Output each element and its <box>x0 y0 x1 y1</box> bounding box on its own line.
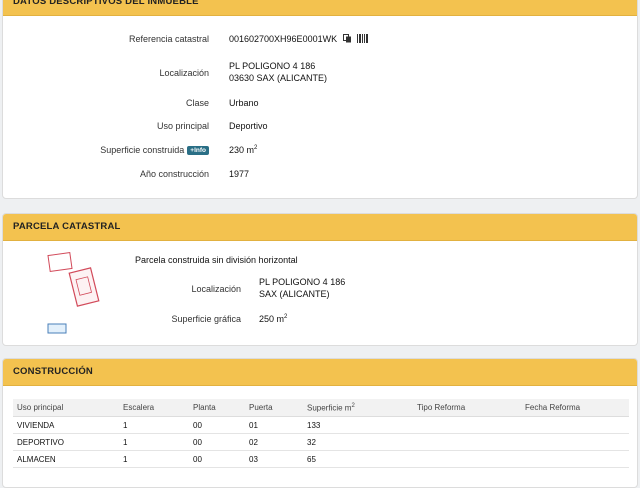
anio-label: Año construcción <box>139 169 209 179</box>
clase-value: Urbano <box>229 98 259 108</box>
cell: 133 <box>303 416 413 434</box>
cell: 32 <box>303 433 413 451</box>
col-planta: Planta <box>189 399 245 417</box>
cell <box>413 450 521 468</box>
table-row: ALMACEN 1 00 03 65 <box>13 450 629 468</box>
parcel-shape-2 <box>68 267 100 307</box>
copy-icon[interactable] <box>342 34 352 45</box>
panel-parcela: PARCELA CATASTRAL Parcela construida sin… <box>2 213 638 346</box>
table-row: DEPORTIVO 1 00 02 32 <box>13 433 629 451</box>
table-row: VIVIENDA 1 00 01 133 <box>13 416 629 434</box>
clase-label: Clase <box>185 98 209 108</box>
cell <box>521 450 629 468</box>
cell: 1 <box>119 450 189 468</box>
uso-value: Deportivo <box>229 121 268 131</box>
sup-label-text: Superficie construida <box>100 145 185 155</box>
parcel-shape-3 <box>47 323 67 334</box>
cell: 1 <box>119 433 189 451</box>
uso-label: Uso principal <box>156 121 209 131</box>
anio-value: 1977 <box>229 169 250 179</box>
parcel-map-thumbnail[interactable] <box>43 248 113 338</box>
parcela-sup-value: 250 m2 <box>259 314 287 324</box>
cell <box>521 433 629 451</box>
cell: 01 <box>245 416 303 434</box>
ref-value-text: 001602700XH96E0001WK <box>229 34 338 44</box>
loc-line2: 03630 SAX (ALICANTE) <box>229 73 328 83</box>
cell: 00 <box>189 433 245 451</box>
cell: ALMACEN <box>13 450 119 468</box>
col-escalera: Escalera <box>119 399 189 417</box>
col-tipo-reforma: Tipo Reforma <box>413 399 521 417</box>
cell: 00 <box>189 416 245 434</box>
sup-value: 230 m2 <box>229 145 257 155</box>
parcela-loc-line1: PL POLIGONO 4 186 <box>259 277 346 287</box>
cell <box>413 433 521 451</box>
panel-datos-descriptivos: DATOS DESCRIPTIVOS DEL INMUEBLE Referenc… <box>2 0 638 199</box>
sup-label: Superficie construida +Info <box>43 145 209 155</box>
ref-label: Referencia catastral <box>128 34 209 44</box>
parcela-sup-value-text: 250 m <box>259 314 285 324</box>
parcela-loc-line2: SAX (ALICANTE) <box>259 289 330 299</box>
parcela-subtitle: Parcela construida sin división horizont… <box>135 255 298 265</box>
cell <box>413 416 521 434</box>
ref-value: 001602700XH96E0001WK <box>229 34 369 45</box>
cell: 65 <box>303 450 413 468</box>
cell <box>521 416 629 434</box>
barcode-icon[interactable] <box>357 34 369 45</box>
col-superficie-exp: 2 <box>351 402 355 409</box>
cell: 03 <box>245 450 303 468</box>
panel-header-construccion: CONSTRUCCIÓN <box>3 359 637 386</box>
cell: DEPORTIVO <box>13 433 119 451</box>
panel-construccion: CONSTRUCCIÓN Uso principal Escalera Plan… <box>2 358 638 488</box>
parcela-sup-exp: 2 <box>284 314 288 320</box>
panel-header-datos: DATOS DESCRIPTIVOS DEL INMUEBLE <box>3 0 637 16</box>
loc-line1: PL POLIGONO 4 186 <box>229 61 316 71</box>
cell: VIVIENDA <box>13 416 119 434</box>
col-superficie: Superficie m2 <box>303 399 413 417</box>
col-fecha-reforma: Fecha Reforma <box>521 399 629 417</box>
construccion-table: Uso principal Escalera Planta Puerta Sup… <box>13 399 629 468</box>
parcela-loc-label: Localización <box>191 284 241 294</box>
parcela-sup-label: Superficie gráfica <box>171 314 241 324</box>
cell: 00 <box>189 450 245 468</box>
col-puerta: Puerta <box>245 399 303 417</box>
sup-exp: 2 <box>254 145 258 151</box>
table-header-row: Uso principal Escalera Planta Puerta Sup… <box>13 399 629 417</box>
panel-header-parcela: PARCELA CATASTRAL <box>3 214 637 241</box>
info-badge[interactable]: +Info <box>187 146 209 155</box>
cell: 02 <box>245 433 303 451</box>
loc-label: Localización <box>159 68 209 78</box>
parcel-shape-1 <box>47 251 73 273</box>
sup-value-text: 230 m <box>229 145 255 155</box>
col-superficie-text: Superficie m <box>307 403 352 413</box>
cell: 1 <box>119 416 189 434</box>
col-uso: Uso principal <box>13 399 119 417</box>
